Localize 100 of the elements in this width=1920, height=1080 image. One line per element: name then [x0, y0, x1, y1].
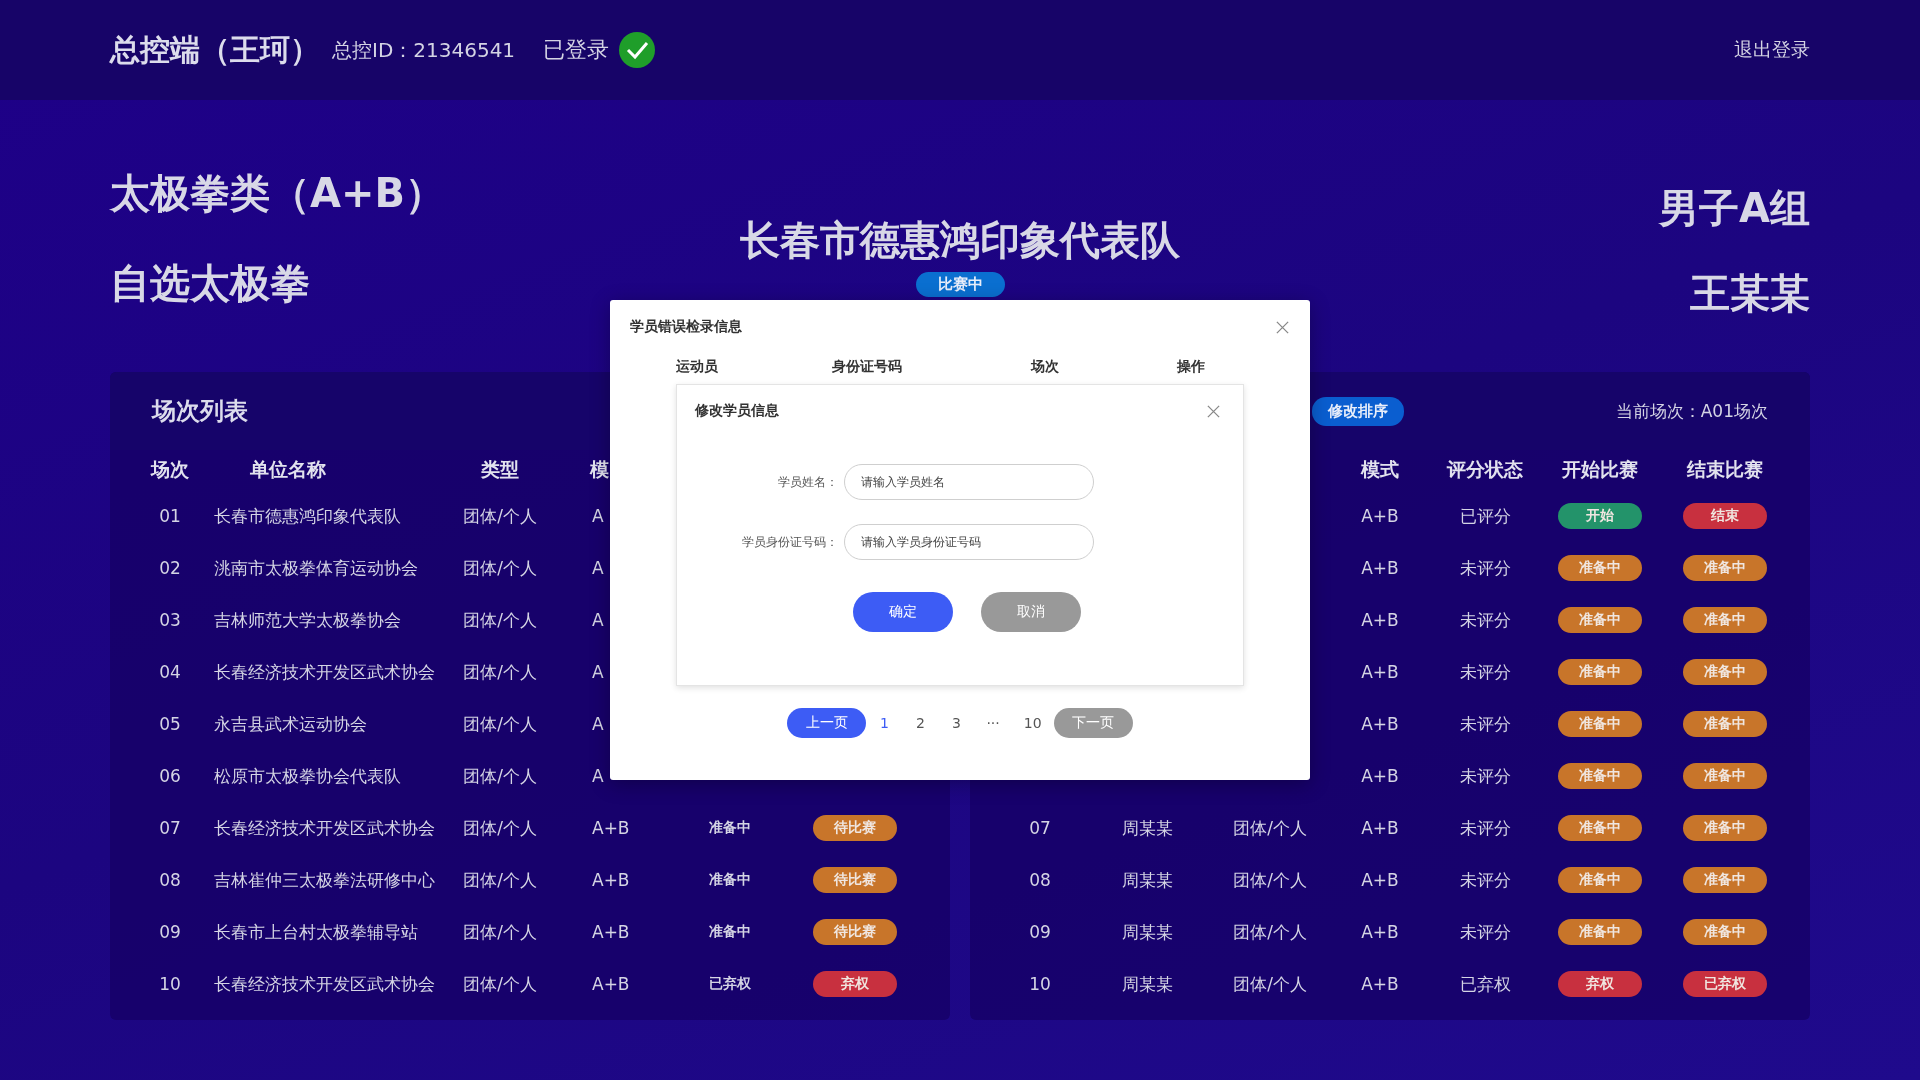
- page-link[interactable]: 10: [1011, 715, 1054, 731]
- logout-link[interactable]: 退出登录: [1734, 37, 1810, 63]
- table-cell-text: 洮南市太极拳体育运动协会: [213, 556, 419, 580]
- table-cell-text: 团体/个人: [462, 764, 538, 788]
- column-header: 场次: [149, 457, 190, 482]
- table-cell-text: 未评分: [1458, 556, 1512, 580]
- console-id: 总控ID：21346541: [332, 36, 516, 64]
- table-cell-text: 未评分: [1458, 764, 1512, 788]
- end-button[interactable]: 已弃权: [1683, 971, 1767, 997]
- close-icon[interactable]: [1275, 319, 1290, 335]
- end-button[interactable]: 准备中: [1683, 659, 1767, 685]
- table-cell-text: 03: [158, 610, 182, 630]
- check-icon: [619, 32, 656, 68]
- table-cell-text: 准备中: [708, 871, 752, 889]
- column-header: 操作: [1176, 358, 1206, 376]
- console-title: 总控端（王珂）: [110, 30, 320, 69]
- table-cell-text: A: [591, 714, 605, 734]
- column-header: 结束比赛: [1686, 457, 1764, 482]
- table-cell-text: 团体/个人: [1232, 816, 1308, 840]
- confirm-button[interactable]: 确定: [853, 592, 953, 632]
- start-button[interactable]: 准备中: [1558, 919, 1642, 945]
- action-button[interactable]: 弃权: [813, 971, 897, 997]
- table-cell-text: 08: [158, 870, 182, 890]
- modal-title: 学员错误检录信息: [630, 318, 742, 336]
- sort-button[interactable]: 修改排序: [1312, 396, 1404, 426]
- start-button[interactable]: 开始: [1558, 503, 1642, 529]
- start-button[interactable]: 准备中: [1558, 763, 1642, 789]
- page-link[interactable]: 2: [902, 715, 939, 731]
- field-label: 学员身份证号码：: [741, 533, 838, 551]
- page-link[interactable]: 3: [938, 715, 975, 731]
- table-cell-text: 04: [158, 662, 182, 682]
- end-button[interactable]: 准备中: [1683, 711, 1767, 737]
- table-cell-text: A: [591, 610, 605, 630]
- column-header: 运动员: [675, 358, 719, 376]
- table-cell-text: A+B: [1360, 610, 1400, 630]
- table-cell-text: 吉林崔仲三太极拳法研修中心: [213, 868, 436, 892]
- table-cell-text: 永吉县武术运动协会: [213, 712, 368, 736]
- end-button[interactable]: 准备中: [1683, 763, 1767, 789]
- table-cell-text: 09: [158, 922, 182, 942]
- table-cell-text: 周某某: [1121, 972, 1174, 996]
- column-header: 模: [588, 457, 610, 482]
- end-button[interactable]: 准备中: [1683, 555, 1767, 581]
- table-cell-text: 团体/个人: [462, 920, 538, 944]
- routine-title: 自选太极拳: [110, 259, 311, 308]
- table-cell-text: 团体/个人: [1232, 972, 1308, 996]
- previous-page-button[interactable]: 上一页: [787, 708, 867, 738]
- login-status: 已登录: [543, 36, 610, 64]
- table-cell-text: 团体/个人: [1232, 868, 1308, 892]
- table-cell-text: 团体/个人: [462, 556, 538, 580]
- start-button[interactable]: 准备中: [1558, 815, 1642, 841]
- table-cell-text: A: [591, 506, 605, 526]
- close-icon[interactable]: [1206, 403, 1221, 419]
- end-button[interactable]: 准备中: [1683, 919, 1767, 945]
- table-cell-text: A: [591, 558, 605, 578]
- column-header: 单位名称: [249, 457, 327, 482]
- input-field[interactable]: 请输入学员身份证号码: [844, 524, 1094, 560]
- table-cell-text: 准备中: [708, 923, 752, 941]
- end-button[interactable]: 结束: [1683, 503, 1767, 529]
- table-cell-text: A+B: [1360, 506, 1400, 526]
- start-button[interactable]: 准备中: [1558, 659, 1642, 685]
- table-cell-text: 01: [158, 506, 182, 526]
- start-button[interactable]: 准备中: [1558, 555, 1642, 581]
- action-button[interactable]: 待比赛: [813, 919, 897, 945]
- table-cell-text: A+B: [1360, 714, 1400, 734]
- column-header: 评分状态: [1445, 457, 1524, 482]
- column-header: 开始比赛: [1561, 457, 1639, 482]
- table-cell-text: A+B: [1360, 974, 1400, 994]
- start-button[interactable]: 准备中: [1558, 711, 1642, 737]
- table-cell-text: 团体/个人: [462, 660, 538, 684]
- table-cell-text: A+B: [1360, 870, 1400, 890]
- end-button[interactable]: 准备中: [1683, 815, 1767, 841]
- column-header: 身份证号码: [831, 358, 903, 376]
- page-link[interactable]: ···: [974, 715, 1012, 731]
- table-cell-text: 未评分: [1458, 712, 1512, 736]
- start-button[interactable]: 弃权: [1558, 971, 1642, 997]
- table-cell-text: 松原市太极拳协会代表队: [213, 764, 402, 788]
- start-button[interactable]: 准备中: [1558, 867, 1642, 893]
- table-cell-text: 团体/个人: [462, 868, 538, 892]
- start-button[interactable]: 准备中: [1558, 607, 1642, 633]
- cancel-button[interactable]: 取消: [981, 592, 1081, 632]
- end-button[interactable]: 准备中: [1683, 867, 1767, 893]
- column-header: 类型: [480, 457, 520, 482]
- action-button[interactable]: 待比赛: [813, 815, 897, 841]
- table-cell-text: A+B: [1360, 662, 1400, 682]
- table-cell-text: A+B: [1360, 922, 1400, 942]
- table-cell-text: A: [591, 662, 605, 682]
- action-button[interactable]: 待比赛: [813, 867, 897, 893]
- next-page-button[interactable]: 下一页: [1053, 708, 1133, 738]
- table-cell-text: 团体/个人: [462, 712, 538, 736]
- table-cell-text: 已评分: [1458, 504, 1512, 528]
- input-field[interactable]: 请输入学员姓名: [844, 464, 1094, 500]
- page-link[interactable]: 1: [866, 715, 903, 731]
- table-cell-text: 团体/个人: [462, 504, 538, 528]
- table-cell-text: 未评分: [1458, 920, 1512, 944]
- end-button[interactable]: 准备中: [1683, 607, 1767, 633]
- table-cell-text: 10: [158, 974, 182, 994]
- table-cell-text: 02: [158, 558, 182, 578]
- table-cell-text: 周某某: [1121, 816, 1174, 840]
- table-cell-text: 05: [158, 714, 182, 734]
- table-cell-text: A+B: [1360, 766, 1400, 786]
